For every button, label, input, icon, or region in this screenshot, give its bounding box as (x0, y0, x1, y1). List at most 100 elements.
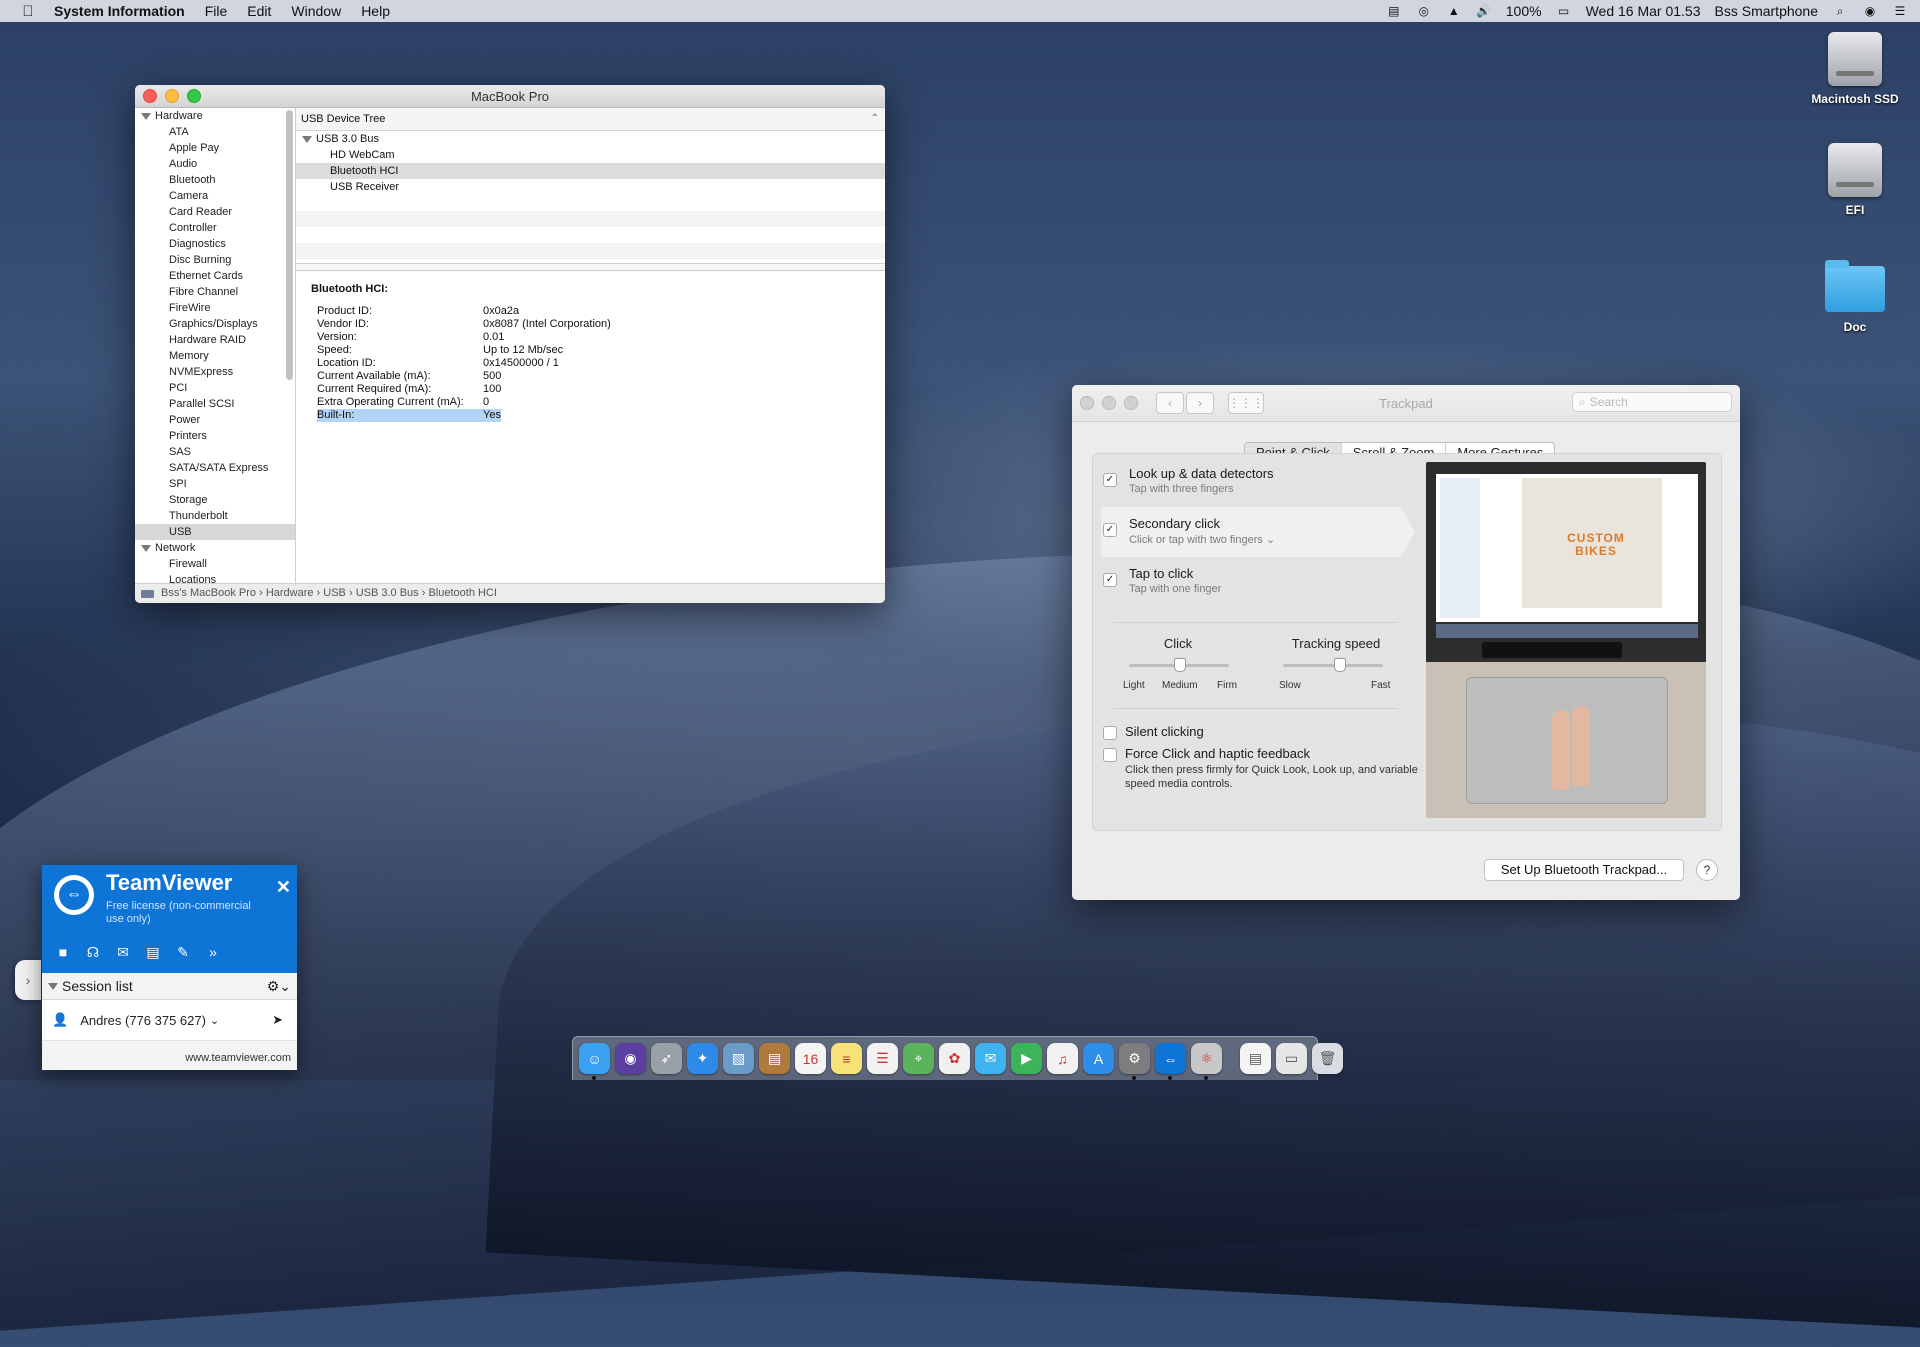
sidebar-item-graphics-displays[interactable]: Graphics/Displays (135, 316, 295, 332)
sidebar-group-network[interactable]: Network (135, 540, 295, 556)
sidebar-item-firewire[interactable]: FireWire (135, 300, 295, 316)
sidebar-item-bluetooth[interactable]: Bluetooth (135, 172, 295, 188)
sidebar-item-apple-pay[interactable]: Apple Pay (135, 140, 295, 156)
dock-finder-icon[interactable]: ☺ (579, 1043, 610, 1080)
sidebar-item-sata-sata-express[interactable]: SATA/SATA Express (135, 460, 295, 476)
app-menu[interactable]: System Information (54, 3, 185, 19)
dock-siri-icon[interactable]: ◉ (615, 1043, 646, 1074)
detail-row[interactable]: Version: 0.01 (311, 331, 870, 344)
window-titlebar[interactable]: MacBook Pro (135, 85, 885, 108)
detail-row[interactable]: Location ID: 0x14500000 / 1 (311, 357, 870, 370)
option-secondary-click[interactable]: Secondary click Click or tap with two fi… (1129, 516, 1419, 546)
detail-row[interactable]: Current Available (mA): 500 (311, 370, 870, 383)
sidebar-item-controller[interactable]: Controller (135, 220, 295, 236)
creative-cloud-icon[interactable]: ◎ (1416, 4, 1432, 18)
sidebar-item-camera[interactable]: Camera (135, 188, 295, 204)
show-all-grid-icon[interactable]: ⋮⋮⋮ (1228, 392, 1264, 414)
silent-clicking-checkbox[interactable] (1103, 726, 1117, 740)
sidebar-item-ethernet-cards[interactable]: Ethernet Cards (135, 268, 295, 284)
detail-row[interactable]: Extra Operating Current (mA): 0 (311, 396, 870, 409)
remote-control-icon[interactable]: ➤ (272, 1012, 283, 1028)
close-button[interactable] (1080, 396, 1094, 410)
desktop-icon-efi[interactable]: EFI (1795, 143, 1915, 217)
menu-file[interactable]: File (205, 3, 228, 19)
dock-photos-icon[interactable]: ✿ (939, 1043, 970, 1074)
back-button[interactable]: ‹ (1156, 392, 1184, 414)
dock-music-icon[interactable]: ♫ (1047, 1043, 1078, 1074)
files-icon[interactable]: ▤ (144, 943, 162, 961)
dock-maps-icon[interactable]: ⌖ (903, 1043, 934, 1074)
sidebar-item-audio[interactable]: Audio (135, 156, 295, 172)
video-icon[interactable]: ■ (54, 943, 72, 961)
sidebar-item-usb[interactable]: USB (135, 524, 295, 540)
sidebar-item-printers[interactable]: Printers (135, 428, 295, 444)
siri-icon[interactable]: ◉ (1862, 4, 1878, 18)
tree-row-hd-webcam[interactable]: HD WebCam (296, 147, 885, 163)
desktop-icon-doc[interactable]: Doc (1795, 258, 1915, 334)
sidebar-item-disc-burning[interactable]: Disc Burning (135, 252, 295, 268)
dock-launchpad-icon[interactable]: ➶ (651, 1043, 682, 1074)
tree-row-bluetooth-hci[interactable]: Bluetooth HCI (296, 163, 885, 179)
disclosure-triangle-icon[interactable] (141, 544, 151, 552)
detail-row[interactable]: Vendor ID: 0x8087 (Intel Corporation) (311, 318, 870, 331)
activity-icon[interactable]: ▤ (1386, 4, 1402, 18)
volume-icon[interactable]: 🔊 (1476, 4, 1492, 18)
force-click-checkbox[interactable] (1103, 748, 1117, 762)
sidebar-item-locations[interactable]: Locations (135, 572, 295, 583)
user-name[interactable]: Bss Smartphone (1715, 3, 1819, 19)
sidebar-item-memory[interactable]: Memory (135, 348, 295, 364)
spotlight-icon[interactable]: ⌕ (1832, 4, 1848, 18)
tree-row-usb-bus[interactable]: USB 3.0 Bus (296, 131, 885, 147)
dock-messages-icon[interactable]: ✉ (975, 1043, 1006, 1074)
path-item-usb[interactable]: USB (323, 587, 346, 599)
sidebar-item-nvmexpress[interactable]: NVMExpress (135, 364, 295, 380)
dock-document-icon[interactable]: ▤ (1240, 1043, 1271, 1074)
dock-system-information-icon[interactable]: ⚛ (1191, 1043, 1222, 1080)
apple-menu-icon[interactable]:  (20, 3, 36, 20)
session-list-header[interactable]: Session list ⚙⌄ (42, 973, 297, 1000)
detail-row[interactable]: Product ID: 0x0a2a (311, 305, 870, 318)
tap-to-click-checkbox[interactable]: ✓ (1103, 573, 1117, 587)
teamviewer-expand-tab[interactable]: › (15, 960, 41, 1000)
path-item-bluetooth-hci[interactable]: Bluetooth HCI (428, 587, 496, 599)
sidebar-item-spi[interactable]: SPI (135, 476, 295, 492)
dock-calendar-icon[interactable]: 16 (795, 1043, 826, 1074)
help-button[interactable]: ? (1696, 859, 1718, 881)
session-contact-row[interactable]: 👤 Andres (776 375 627) ⌄ ➤ (42, 1000, 297, 1041)
detail-row[interactable]: Built-In: Yes (311, 409, 870, 422)
dock-trash-icon[interactable]: 🗑 (1312, 1043, 1343, 1074)
menu-window[interactable]: Window (291, 3, 341, 19)
dock-reminders-icon[interactable]: ☰ (867, 1043, 898, 1074)
eject-icon[interactable]: ▲ (1446, 4, 1462, 18)
split-view-divider[interactable] (296, 264, 885, 271)
tools-icon[interactable]: ✎ (174, 943, 192, 961)
dock-notes-icon[interactable]: ≡ (831, 1043, 862, 1074)
tree-row-usb-receiver[interactable]: USB Receiver (296, 179, 885, 195)
clock[interactable]: Wed 16 Mar 01.53 (1586, 3, 1701, 19)
sidebar-item-diagnostics[interactable]: Diagnostics (135, 236, 295, 252)
path-item-hardware[interactable]: Hardware (266, 587, 314, 599)
more-icon[interactable]: » (204, 943, 222, 961)
sort-caret-icon[interactable]: ⌃ (871, 108, 879, 130)
sidebar-item-fibre-channel[interactable]: Fibre Channel (135, 284, 295, 300)
desktop-icon-macintosh-ssd[interactable]: Macintosh SSD (1795, 32, 1915, 106)
menu-edit[interactable]: Edit (247, 3, 271, 19)
sidebar-item-parallel-scsi[interactable]: Parallel SCSI (135, 396, 295, 412)
setup-bluetooth-trackpad-button[interactable]: Set Up Bluetooth Trackpad... (1484, 859, 1684, 881)
minimize-button[interactable] (1102, 396, 1116, 410)
lookup-checkbox[interactable]: ✓ (1103, 473, 1117, 487)
dock-app-store-icon[interactable]: A (1083, 1043, 1114, 1074)
tracking-speed-track[interactable] (1283, 664, 1383, 667)
device-tree-header[interactable]: USB Device Tree ⌃ (296, 108, 885, 131)
window-titlebar[interactable]: ‹ › ⋮⋮⋮ Trackpad ⌕ Search (1072, 385, 1740, 422)
sidebar-item-storage[interactable]: Storage (135, 492, 295, 508)
dock-contacts-icon[interactable]: ▤ (759, 1043, 790, 1074)
disclosure-triangle-icon[interactable] (48, 982, 58, 990)
zoom-button[interactable] (1124, 396, 1138, 410)
zoom-button[interactable] (187, 89, 201, 103)
disclosure-triangle-icon[interactable] (302, 135, 312, 143)
option-force-click[interactable]: Force Click and haptic feedback Click th… (1125, 746, 1425, 791)
sidebar-item-ata[interactable]: ATA (135, 124, 295, 140)
option-silent-clicking[interactable]: Silent clicking (1125, 724, 1415, 739)
sidebar-item-card-reader[interactable]: Card Reader (135, 204, 295, 220)
